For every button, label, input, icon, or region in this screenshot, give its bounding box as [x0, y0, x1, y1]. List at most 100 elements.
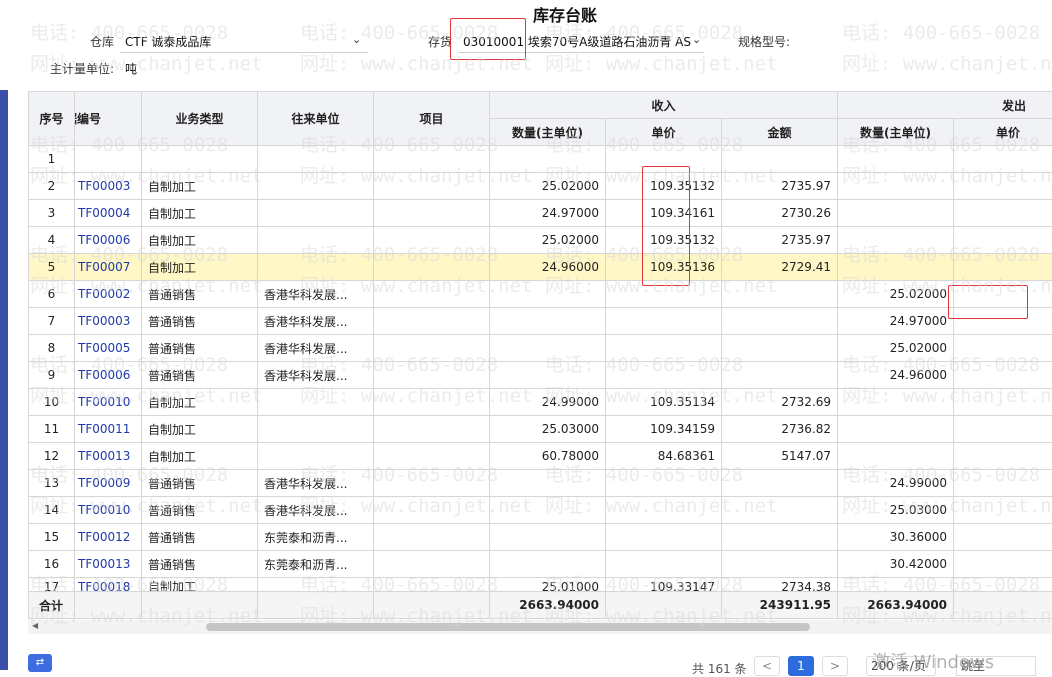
- cell-out-price: [954, 335, 1052, 362]
- ledger-table-viewport[interactable]: 序号 单据编号 业务类型 往来单位 项目 收入 发出 数量(主单位) 单价 金额…: [28, 91, 1052, 619]
- annotation-box-income-price: [642, 166, 690, 286]
- warehouse-underline: [120, 52, 368, 53]
- cell-income-amount: [722, 308, 838, 335]
- table-row[interactable]: 10TF00010自制加工24.99000109.351342732.69: [29, 389, 1052, 416]
- table-row[interactable]: 2TF00003自制加工25.02000109.351322735.97: [29, 173, 1052, 200]
- cell-code-link[interactable]: TF00003: [75, 308, 142, 335]
- cell-code-link[interactable]: TF00002: [75, 281, 142, 308]
- table-row[interactable]: 15TF00012普通销售东莞泰和沥青...30.36000: [29, 524, 1052, 551]
- col-header-income-qty[interactable]: 数量(主单位): [490, 119, 606, 146]
- table-row[interactable]: 16TF00013普通销售东莞泰和沥青...30.42000: [29, 551, 1052, 578]
- table-row[interactable]: 6TF00002普通销售香港华科发展...25.02000: [29, 281, 1052, 308]
- cell-income-amount: [722, 362, 838, 389]
- cell-code-link[interactable]: TF00012: [75, 524, 142, 551]
- cell-out-qty: [838, 227, 954, 254]
- col-header-partner[interactable]: 往来单位: [258, 92, 374, 146]
- col-header-out-price[interactable]: 单价: [954, 119, 1052, 146]
- cell-code-link[interactable]: [75, 146, 142, 173]
- unit-value: 吨: [125, 60, 137, 77]
- cell-code-link[interactable]: TF00003: [75, 173, 142, 200]
- cell-income-qty: 60.78000: [490, 443, 606, 470]
- table-row[interactable]: 8TF00005普通销售香港华科发展...25.02000: [29, 335, 1052, 362]
- cell-item: [374, 443, 490, 470]
- cell-biz-type: 自制加工: [142, 173, 258, 200]
- total-row: 合计2663.94000243911.952663.94000: [29, 592, 1052, 619]
- chevron-down-icon[interactable]: ⌄: [692, 33, 701, 46]
- cell-income-price: 109.33147: [606, 578, 722, 592]
- total-income-qty: 2663.94000: [490, 592, 606, 619]
- cell-income-qty: [490, 524, 606, 551]
- scroll-left-arrow-icon[interactable]: ◀: [32, 621, 38, 630]
- ledger-table: 序号 单据编号 业务类型 往来单位 项目 收入 发出 数量(主单位) 单价 金额…: [28, 91, 1052, 619]
- col-header-income-price[interactable]: 单价: [606, 119, 722, 146]
- table-row[interactable]: 5TF00007自制加工24.96000109.351362729.41: [29, 254, 1052, 281]
- cell-biz-type: [142, 146, 258, 173]
- cell-out-qty: [838, 146, 954, 173]
- cell-code-link[interactable]: TF00006: [75, 362, 142, 389]
- col-header-biz-type[interactable]: 业务类型: [142, 92, 258, 146]
- col-header-item[interactable]: 项目: [374, 92, 490, 146]
- cell-seq: 6: [29, 281, 75, 308]
- cell-item: [374, 389, 490, 416]
- table-row[interactable]: 14TF00010普通销售香港华科发展...25.03000: [29, 497, 1052, 524]
- cell-income-qty: [490, 551, 606, 578]
- cell-seq: 17: [29, 578, 75, 592]
- cell-out-qty: [838, 443, 954, 470]
- col-group-income: 收入: [490, 92, 838, 119]
- next-page-button[interactable]: >: [822, 656, 848, 676]
- table-row[interactable]: 4TF00006自制加工25.02000109.351322735.97: [29, 227, 1052, 254]
- cell-seq: 9: [29, 362, 75, 389]
- table-row[interactable]: 12TF00013自制加工60.7800084.683615147.07: [29, 443, 1052, 470]
- page-1-button[interactable]: 1: [788, 656, 814, 676]
- cell-code-link[interactable]: TF00004: [75, 200, 142, 227]
- cell-income-amount: 2732.69: [722, 389, 838, 416]
- cell-seq: 7: [29, 308, 75, 335]
- cell-income-amount: [722, 281, 838, 308]
- cell-biz-type: 普通销售: [142, 335, 258, 362]
- table-row[interactable]: 7TF00003普通销售香港华科发展...24.97000: [29, 308, 1052, 335]
- prev-page-button[interactable]: <: [754, 656, 780, 676]
- action-button[interactable]: ⇄: [28, 654, 52, 672]
- chevron-down-icon[interactable]: ⌄: [352, 33, 361, 46]
- cell-income-price: 109.35134: [606, 389, 722, 416]
- spec-label: 规格型号:: [738, 33, 790, 50]
- cell-partner: [258, 173, 374, 200]
- col-header-seq[interactable]: 序号: [29, 92, 75, 146]
- table-row-partial[interactable]: 17TF00018自制加工25.01000109.331472734.38: [29, 578, 1052, 592]
- cell-code-link[interactable]: TF00013: [75, 443, 142, 470]
- scrollbar-thumb[interactable]: [206, 623, 810, 631]
- cell-out-price: [954, 146, 1052, 173]
- cell-income-qty: 24.96000: [490, 254, 606, 281]
- pager-total: 共 161 条: [692, 660, 747, 677]
- cell-seq: 5: [29, 254, 75, 281]
- col-header-income-amount[interactable]: 金额: [722, 119, 838, 146]
- cell-code-link[interactable]: TF00010: [75, 497, 142, 524]
- col-header-out-qty[interactable]: 数量(主单位): [838, 119, 954, 146]
- cell-seq: 16: [29, 551, 75, 578]
- cell-out-price: [954, 470, 1052, 497]
- cell-code-link[interactable]: TF00009: [75, 470, 142, 497]
- total-income-amount: 243911.95: [722, 592, 838, 619]
- cell-code-link[interactable]: TF00010: [75, 389, 142, 416]
- cell-item: [374, 227, 490, 254]
- cell-seq: 14: [29, 497, 75, 524]
- cell-blank: [75, 592, 142, 619]
- cell-seq: 3: [29, 200, 75, 227]
- warehouse-select[interactable]: CTF 诚泰成品库: [125, 33, 211, 50]
- table-row[interactable]: 11TF00011自制加工25.03000109.341592736.82: [29, 416, 1052, 443]
- horizontal-scrollbar[interactable]: ◀: [28, 620, 1052, 634]
- cell-code-link[interactable]: TF00006: [75, 227, 142, 254]
- cell-seq: 13: [29, 470, 75, 497]
- windows-activation-watermark: 激活 Windows: [872, 648, 994, 674]
- table-row[interactable]: 9TF00006普通销售香港华科发展...24.96000: [29, 362, 1052, 389]
- table-row[interactable]: 3TF00004自制加工24.97000109.341612730.26: [29, 200, 1052, 227]
- cell-code-link[interactable]: TF00007: [75, 254, 142, 281]
- col-header-code[interactable]: 单据编号: [75, 92, 142, 146]
- cell-code-link[interactable]: TF00005: [75, 335, 142, 362]
- table-row[interactable]: 1: [29, 146, 1052, 173]
- cell-biz-type: 普通销售: [142, 470, 258, 497]
- cell-code-link[interactable]: TF00013: [75, 551, 142, 578]
- cell-code-link[interactable]: TF00011: [75, 416, 142, 443]
- cell-out-qty: [838, 578, 954, 592]
- table-row[interactable]: 13TF00009普通销售香港华科发展...24.99000: [29, 470, 1052, 497]
